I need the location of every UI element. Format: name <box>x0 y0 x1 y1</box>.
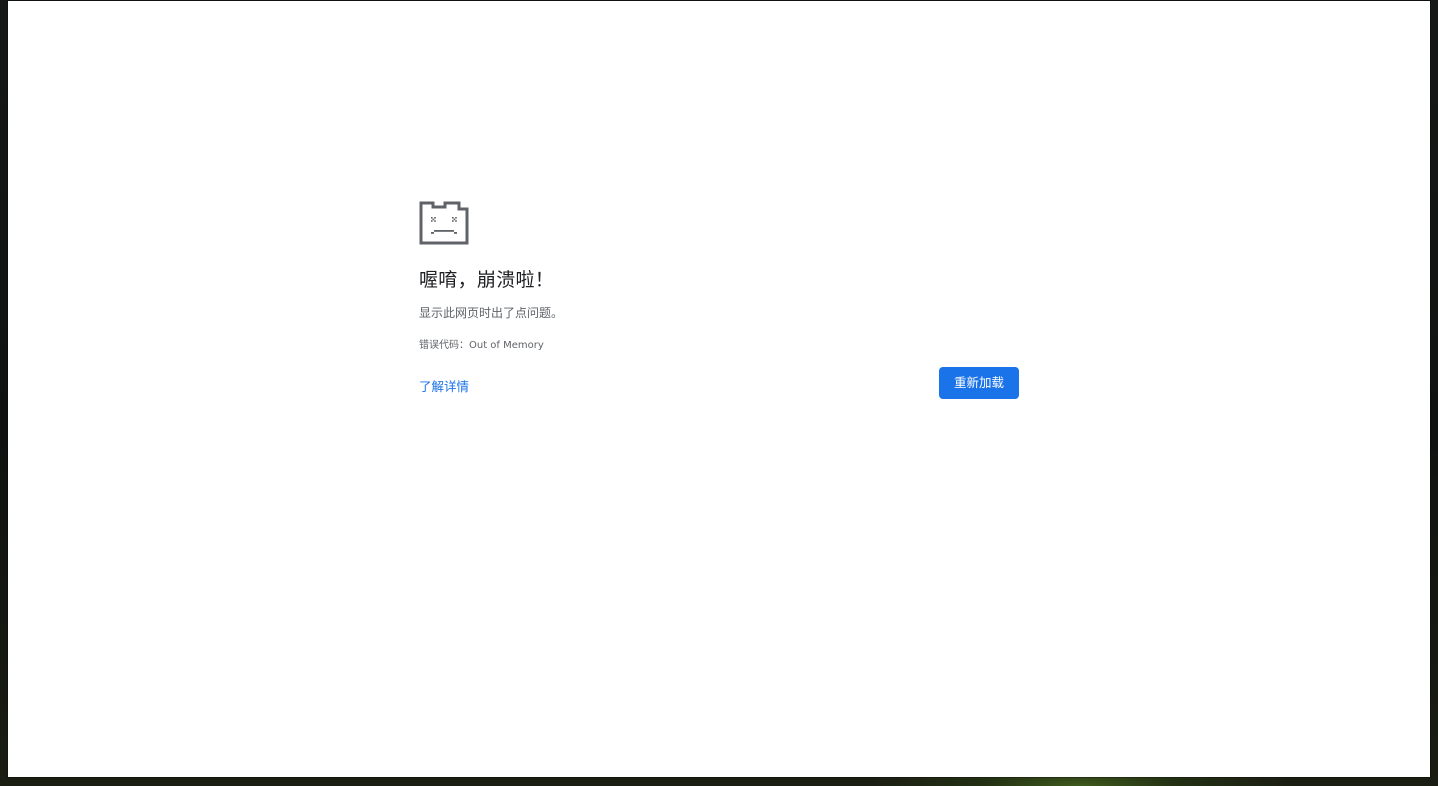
error-message: 显示此网页时出了点问题。 <box>419 306 564 320</box>
page-title: 喔唷，崩溃啦！ <box>419 269 555 291</box>
error-code-line: 错误代码：Out of Memory <box>419 336 544 351</box>
sad-tab-icon <box>419 201 469 245</box>
reload-button[interactable]: 重新加载 <box>939 367 1019 399</box>
error-code-label: 错误代码： <box>419 340 469 351</box>
browser-window: 喔唷，崩溃啦！ 显示此网页时出了点问题。 错误代码：Out of Memory … <box>8 1 1430 777</box>
error-code-value: Out of Memory <box>469 340 544 351</box>
learn-more-link[interactable]: 了解详情 <box>419 376 469 395</box>
